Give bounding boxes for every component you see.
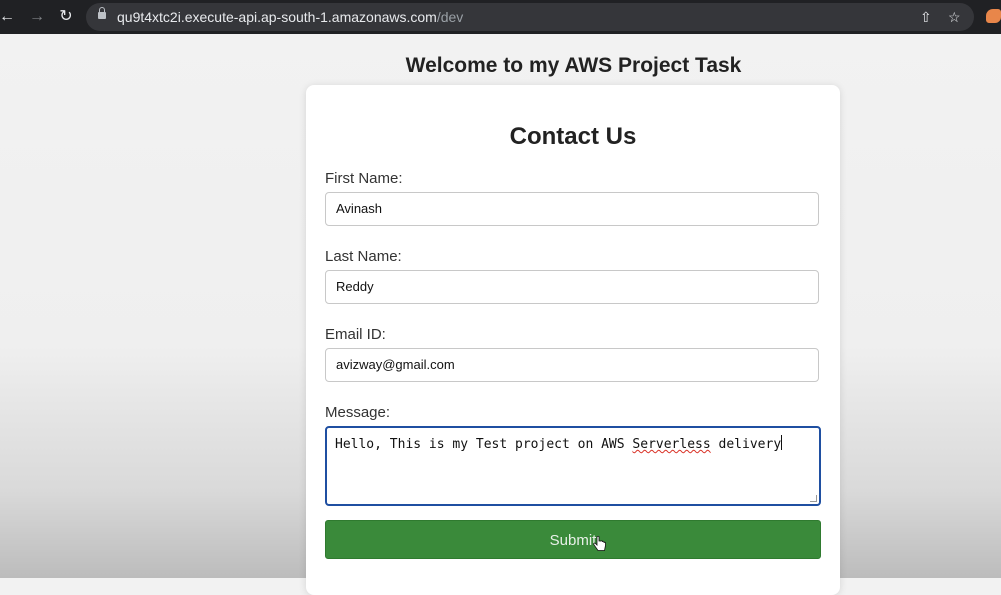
first-name-input[interactable]: Avinash — [325, 192, 819, 226]
first-name-label: First Name: — [325, 170, 403, 187]
message-label: Message: — [325, 404, 391, 421]
lock-icon[interactable] — [98, 7, 106, 19]
url-path: /dev — [436, 9, 464, 25]
hand-cursor-icon — [593, 536, 606, 551]
address-bar[interactable]: qu9t4xtc2i.execute-api.ap-south-1.amazon… — [86, 3, 974, 31]
contact-form-card: Contact Us First Name: Avinash Last Name… — [306, 85, 840, 595]
last-name-label: Last Name: — [325, 248, 402, 265]
forward-arrow-icon[interactable]: → — [27, 7, 47, 27]
last-name-input[interactable]: Reddy — [325, 270, 819, 304]
submit-button[interactable]: Submit — [325, 520, 821, 559]
email-input[interactable]: avizway@gmail.com — [325, 348, 819, 382]
text-caret — [781, 435, 783, 450]
form-title: Contact Us — [509, 123, 637, 150]
reload-icon[interactable]: ↻ — [56, 7, 76, 27]
message-text-end: delivery — [710, 437, 782, 452]
url-text[interactable]: qu9t4xtc2i.execute-api.ap-south-1.amazon… — [117, 9, 463, 25]
page-heading: Welcome to my AWS Project Task — [405, 54, 742, 77]
message-text-start: Hello, This is my Test project on AWS — [335, 437, 633, 452]
share-icon[interactable]: ⇧ — [920, 9, 932, 25]
back-arrow-icon[interactable]: ← — [0, 7, 17, 27]
resize-handle-icon[interactable] — [810, 495, 817, 502]
bookmark-star-icon[interactable]: ☆ — [948, 9, 961, 25]
message-textarea[interactable]: Hello, This is my Test project on AWS Se… — [325, 426, 821, 506]
url-host: qu9t4xtc2i.execute-api.ap-south-1.amazon… — [117, 9, 437, 25]
email-label: Email ID: — [325, 326, 386, 343]
browser-toolbar: ← → ↻ qu9t4xtc2i.execute-api.ap-south-1.… — [0, 0, 1001, 34]
misspelled-word: Serverless — [632, 437, 711, 452]
extension-icon[interactable] — [986, 9, 1001, 23]
